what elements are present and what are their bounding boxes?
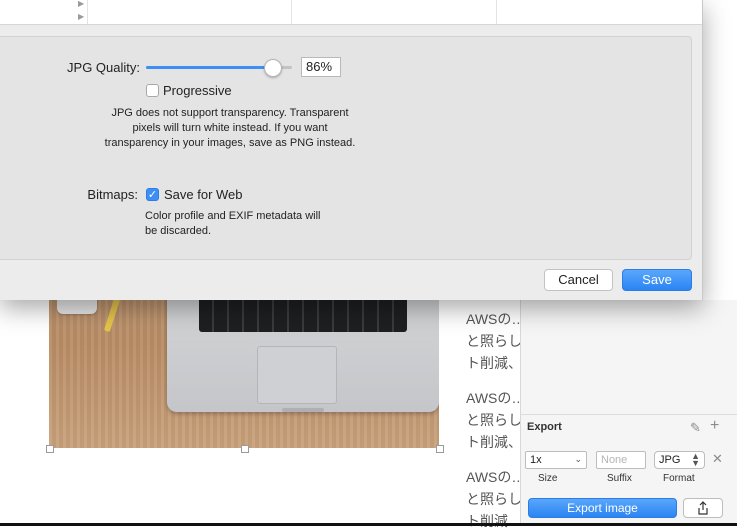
jpg-quality-label: JPG Quality: [67,60,140,75]
slice-pen-icon[interactable]: ✎ [690,420,701,436]
share-icon [698,501,708,515]
suffix-placeholder: None [601,454,628,466]
selection-handle-bottom-center[interactable] [241,445,249,453]
paragraph-1: AWSの… と照らし ト削減、 [466,308,525,374]
metadata-note: Color profile and EXIF metadata will be … [145,209,320,239]
jpg-quality-field[interactable]: 86% [301,57,341,77]
paragraph-2: AWSの… と照らし ト削減、 [466,387,525,453]
size-label: Size [538,473,558,484]
suffix-input[interactable]: None [596,451,646,469]
jpg-quality-slider[interactable] [146,59,292,77]
paragraph-line: AWSの… [466,390,526,406]
cancel-button[interactable]: Cancel [544,269,613,291]
column-divider [87,0,88,24]
save-button[interactable]: Save [622,269,692,291]
paragraph-line: と照らし [466,491,522,507]
size-value: 1x [530,454,542,466]
format-label: Format [663,473,695,484]
paragraph-line: AWSの… [466,311,526,327]
add-export-icon[interactable]: + [710,417,719,435]
share-button[interactable] [683,498,723,518]
disclosure-triangle-icon[interactable]: ▶ [78,12,84,21]
note-line: transparency in your images, save as PNG… [104,137,356,149]
progressive-checkbox[interactable] [146,84,159,97]
chevron-down-icon: ⌄ [574,454,582,464]
note-line: pixels will turn white instead. If you w… [132,122,328,134]
paragraph-line: と照らし [466,412,522,428]
stepper-arrows-icon: ▲ ▼ [691,451,700,468]
paragraph-line: AWSの… [466,469,526,485]
bitmaps-label: Bitmaps: [87,187,138,202]
format-select[interactable]: JPG ▲ ▼ [654,451,705,469]
paragraph-line: と照らし [466,333,522,349]
panel-divider [520,414,737,415]
photo-trackpad [257,346,337,404]
paragraph-line: ト削減、 [466,355,522,371]
export-section-title: Export [527,421,562,433]
slider-knob[interactable] [263,59,282,77]
suffix-label: Suffix [607,473,632,484]
note-line: be discarded. [145,225,212,237]
note-line: Color profile and EXIF metadata will [145,210,321,222]
progressive-label[interactable]: Progressive [163,83,232,98]
note-line: JPG does not support transparency. Trans… [111,107,349,119]
disclosure-triangle-icon[interactable]: ▶ [78,0,84,8]
photo-notch [282,408,324,412]
paragraph-line: ト削減 [466,513,508,529]
format-value: JPG [659,454,681,466]
export-image-button[interactable]: Export image [528,498,677,518]
selection-handle-bottom-left[interactable] [46,445,54,453]
save-for-web-label[interactable]: Save for Web [164,187,243,202]
selection-handle-bottom-right[interactable] [436,445,444,453]
paragraph-line: ト削減、 [466,434,522,450]
save-dialog: ▶ ▶ JPG Quality: 86% Progressive JPG doe… [0,0,703,300]
file-browser-list[interactable]: ▶ ▶ [0,0,702,25]
remove-export-icon[interactable]: ✕ [712,451,723,467]
column-divider [496,0,497,24]
transparency-note: JPG does not support transparency. Trans… [60,106,400,151]
column-divider [291,0,292,24]
inspector-panel [520,300,737,526]
size-select[interactable]: 1x ⌄ [525,451,587,469]
save-for-web-checkbox[interactable]: ✓ [146,188,159,201]
slider-fill [146,66,272,69]
